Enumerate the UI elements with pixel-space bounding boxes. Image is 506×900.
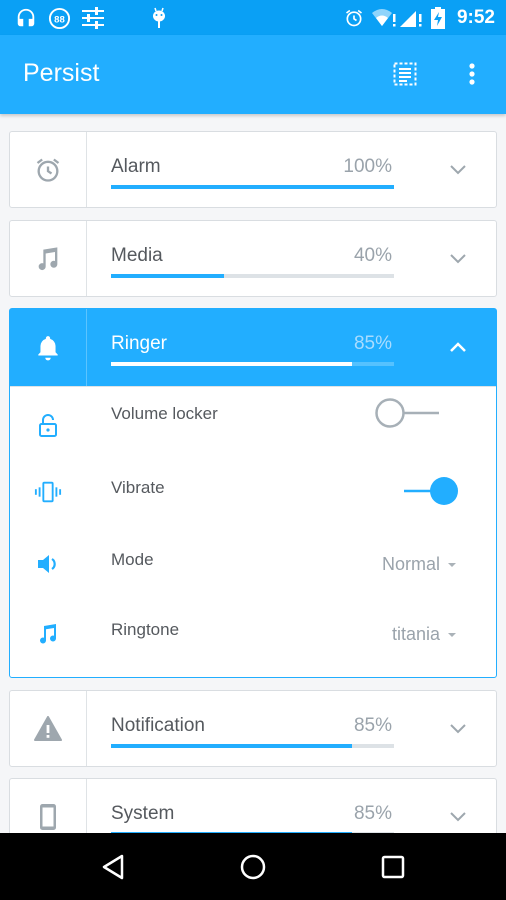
volume-slider-fill <box>111 274 225 278</box>
chevron-down-icon <box>450 724 466 734</box>
setting-label: Mode <box>111 550 154 569</box>
stream-percent: 40% <box>353 245 392 266</box>
recents-icon <box>381 855 405 879</box>
stream-header-notification[interactable]: Notification 85% <box>10 691 496 766</box>
stream-percent: 85% <box>353 803 392 824</box>
dropdown-arrow-icon <box>448 633 456 637</box>
volume-up-icon <box>34 550 62 578</box>
recents-button[interactable] <box>377 851 409 883</box>
music-note-icon <box>10 221 87 296</box>
volume-slider[interactable] <box>111 362 394 366</box>
stream-percent: 85% <box>353 715 392 736</box>
stream-card-alarm: Alarm 100% <box>9 131 497 208</box>
ringer-settings-panel: Volume locker Vibrate Mode Normal Ringto… <box>10 386 496 677</box>
android-icon <box>150 6 168 30</box>
badge-88-icon: 88 <box>47 6 71 30</box>
back-icon <box>102 854 124 880</box>
expand-button[interactable] <box>446 247 470 271</box>
home-button[interactable] <box>237 851 269 883</box>
stream-card-notification: Notification 85% <box>9 690 497 767</box>
setting-volume-locker: Volume locker <box>10 390 496 462</box>
setting-mode: Mode Normal <box>10 534 496 606</box>
more-options-button[interactable] <box>457 59 487 89</box>
chevron-down-icon <box>450 812 466 822</box>
vibrate-toggle[interactable] <box>404 476 470 506</box>
equalizer-icon <box>80 6 106 30</box>
setting-label: Ringtone <box>111 620 180 639</box>
volume-slider-fill <box>111 744 352 748</box>
lock-open-icon <box>34 412 62 440</box>
wifi-icon <box>372 6 398 30</box>
setting-label: Vibrate <box>111 478 165 497</box>
stream-label: Media <box>111 245 163 266</box>
chevron-down-icon <box>450 254 466 264</box>
collapse-button[interactable] <box>446 335 470 359</box>
stream-label: Notification <box>111 715 205 736</box>
expand-button[interactable] <box>446 805 470 829</box>
alarm-icon <box>343 6 365 30</box>
volume-locker-toggle[interactable] <box>374 398 440 428</box>
app-title: Persist <box>23 59 100 87</box>
app-bar: Persist <box>0 35 506 114</box>
volume-slider[interactable] <box>111 744 394 748</box>
expand-button[interactable] <box>446 717 470 741</box>
bell-icon <box>10 309 87 386</box>
stream-label: Ringer <box>111 333 167 354</box>
warning-icon <box>10 691 87 766</box>
navigation-bar <box>0 833 506 900</box>
alarm-icon <box>10 132 87 207</box>
volume-slider-fill <box>111 185 394 189</box>
stream-percent: 100% <box>343 156 392 177</box>
back-button[interactable] <box>97 851 129 883</box>
stream-card-ringer: Ringer 85% Volume locker Vibrate Mode No… <box>9 308 497 678</box>
stream-header-alarm[interactable]: Alarm 100% <box>10 132 496 207</box>
stream-percent: 85% <box>353 333 392 354</box>
volume-slider[interactable] <box>111 274 394 278</box>
stream-label: Alarm <box>111 156 161 177</box>
stream-header-ringer[interactable]: Ringer 85% <box>10 309 496 386</box>
select-all-button[interactable] <box>390 59 420 89</box>
chevron-down-icon <box>450 165 466 175</box>
mode-dropdown[interactable]: Normal <box>382 554 440 575</box>
ringtone-dropdown[interactable]: titania <box>392 624 440 645</box>
status-bar: 88 9:52 <box>0 0 506 35</box>
volume-slider[interactable] <box>111 185 394 189</box>
more-vert-icon <box>469 63 475 85</box>
battery-charging-icon <box>430 6 446 30</box>
setting-vibrate: Vibrate <box>10 462 496 534</box>
badge-number: 88 <box>54 14 65 25</box>
home-icon <box>240 854 266 880</box>
volume-slider-fill <box>111 362 352 366</box>
expand-button[interactable] <box>446 158 470 182</box>
setting-label: Volume locker <box>111 404 218 423</box>
stream-label: System <box>111 803 175 824</box>
stream-header-media[interactable]: Media 40% <box>10 221 496 296</box>
chevron-up-icon <box>450 342 466 352</box>
dropdown-arrow-icon <box>448 563 456 567</box>
music-note-icon <box>34 620 62 648</box>
stream-card-media: Media 40% <box>9 220 497 297</box>
select-all-icon <box>393 62 417 86</box>
clock: 9:52 <box>456 7 495 28</box>
setting-ringtone: Ringtone titania <box>10 606 496 678</box>
signal-icon <box>400 6 424 30</box>
vibrate-icon <box>34 478 62 506</box>
headphones-icon <box>14 6 38 30</box>
